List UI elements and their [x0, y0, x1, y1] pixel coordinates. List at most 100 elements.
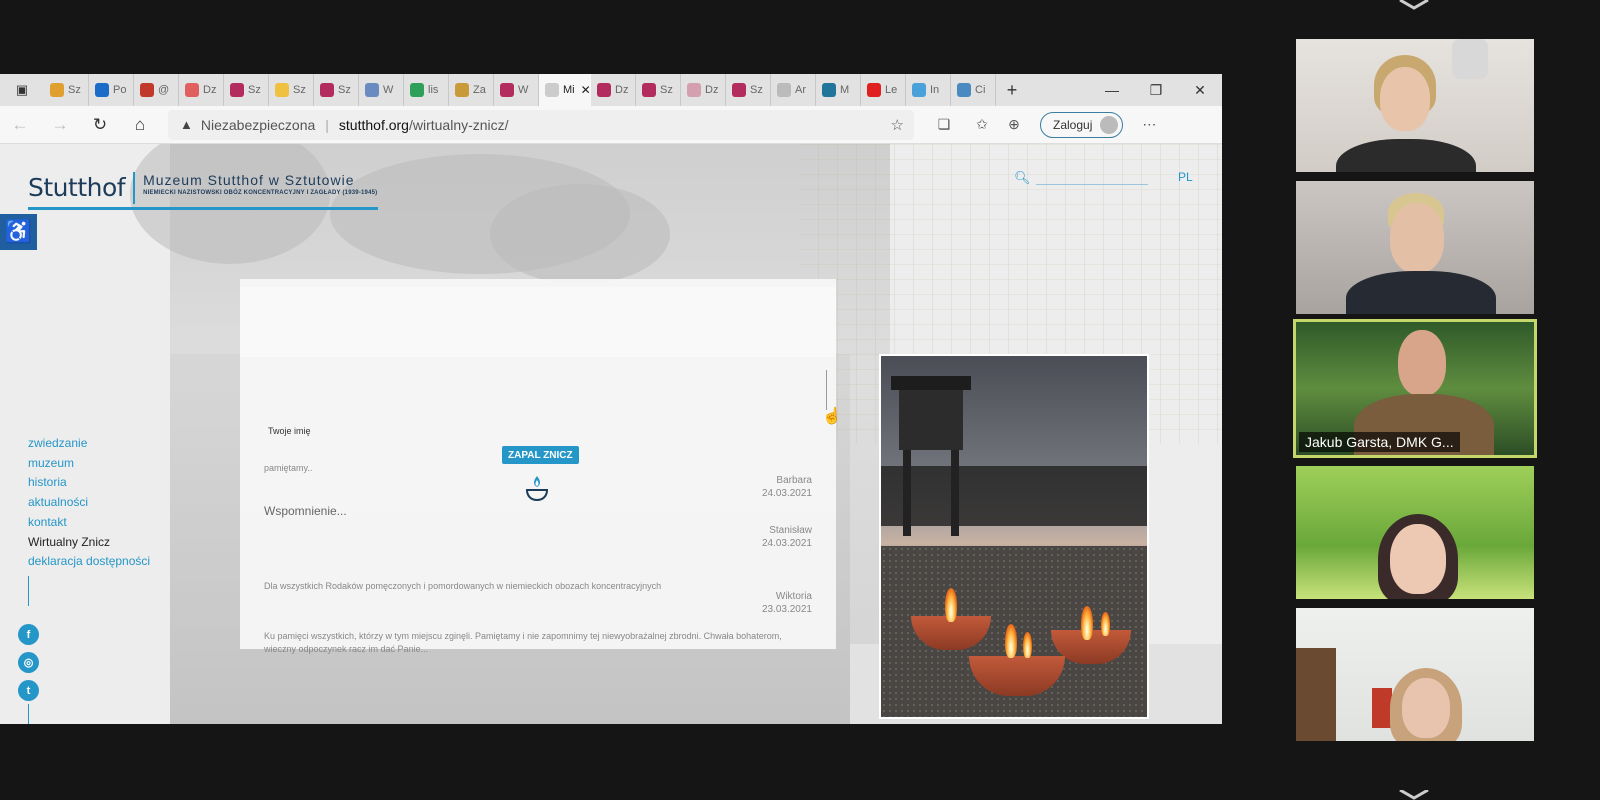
browser-tab[interactable]: @ — [134, 74, 179, 106]
new-tab-icon[interactable]: + — [996, 74, 1028, 106]
main-menu: zwiedzanie muzeum historia aktualności konta… — [28, 434, 150, 572]
minimize-icon[interactable]: — — [1090, 74, 1134, 106]
search-icon[interactable]: 🔍︎ — [1014, 170, 1031, 186]
browser-tab[interactable]: In — [906, 74, 951, 106]
tab-label: Dz — [705, 84, 719, 96]
bookshelf — [1296, 648, 1336, 741]
home-icon[interactable]: ⌂ — [120, 106, 160, 144]
browser-tab[interactable]: lis — [404, 74, 449, 106]
tab-favicon-icon — [140, 83, 154, 97]
tab-favicon-icon — [642, 83, 656, 97]
browser-tab[interactable]: Ci — [951, 74, 996, 106]
tab-label: W — [518, 84, 529, 96]
browser-tab[interactable]: W — [359, 74, 404, 106]
tab-favicon-icon — [732, 83, 746, 97]
browser-tab[interactable]: Dz — [179, 74, 224, 106]
more-icon[interactable]: ⋯ — [1133, 106, 1165, 144]
scroll-indicator[interactable] — [826, 370, 827, 410]
search-input[interactable] — [1036, 184, 1148, 185]
favorites-icon[interactable]: ✩ — [966, 106, 998, 144]
tab-favicon-icon — [777, 83, 791, 97]
collections-add-icon[interactable]: ⊕ — [998, 106, 1030, 144]
memory-text: Dla wszystkich Rodaków pomęczonych i pom… — [264, 581, 662, 591]
reload-icon[interactable]: ↻ — [80, 106, 120, 144]
menu-item[interactable]: zwiedzanie — [28, 434, 150, 454]
restore-icon[interactable]: ❐ — [1134, 74, 1178, 106]
participant-video[interactable] — [1296, 608, 1534, 741]
tab-favicon-icon — [545, 83, 559, 97]
browser-tab[interactable]: Po — [89, 74, 134, 106]
menu-item[interactable]: kontakt — [28, 513, 150, 533]
tab-favicon-icon — [455, 83, 469, 97]
memory-author: Barbara 24.03.2021 — [762, 474, 812, 500]
instagram-icon[interactable]: ◎ — [18, 652, 39, 673]
memories-heading: Wspomnienie... — [264, 504, 347, 518]
browser-tab[interactable]: Dz — [681, 74, 726, 106]
menu-item[interactable]: historia — [28, 473, 150, 493]
profile-icon — [1100, 115, 1119, 134]
browser-tab[interactable]: Sz — [269, 74, 314, 106]
poster — [1372, 688, 1392, 728]
browser-tab[interactable]: Za — [449, 74, 494, 106]
menu-item[interactable]: deklaracja dostępności — [28, 552, 150, 572]
tab-label: Sz — [248, 84, 261, 96]
browser-tab[interactable]: Le — [861, 74, 906, 106]
participant-video[interactable] — [1296, 466, 1534, 599]
login-button[interactable]: Zaloguj — [1040, 111, 1124, 138]
tab-favicon-icon — [912, 83, 926, 97]
scroll-up-icon[interactable] — [1394, 0, 1434, 10]
browser-tab[interactable]: Ar — [771, 74, 816, 106]
browser-tab[interactable]: Sz — [726, 74, 771, 106]
address-bar[interactable]: ▲ Niezabezpieczona | stutthof.org /wirtu… — [168, 109, 914, 140]
participant-video-active[interactable]: Jakub Garsta, DMK G... — [1293, 319, 1537, 458]
tab-favicon-icon — [320, 83, 334, 97]
browser-tab[interactable]: Sz — [314, 74, 359, 106]
tab-label: Ci — [975, 84, 986, 96]
browser-tab-active[interactable]: Mi ✕ — [539, 74, 591, 106]
tab-favicon-icon — [410, 83, 424, 97]
memory-text: Ku pamięci wszystkich, którzy w tym miej… — [264, 631, 782, 654]
browser-tab[interactable]: Sz — [44, 74, 89, 106]
browser-tab[interactable]: M — [816, 74, 861, 106]
menu-item[interactable]: Wirtualny Znicz — [28, 533, 150, 553]
tab-favicon-icon — [957, 83, 971, 97]
favorite-add-icon[interactable]: ☆ — [891, 116, 904, 134]
scroll-down-icon[interactable] — [1394, 790, 1434, 800]
tab-label: In — [930, 84, 940, 96]
memory-author-name: Barbara — [776, 475, 812, 486]
memory-text: pamiętamy.. — [264, 463, 313, 473]
twitter-icon[interactable]: t — [18, 680, 39, 701]
collections-icon[interactable]: ❏ — [928, 106, 960, 144]
menu-divider — [28, 576, 29, 606]
menu-item[interactable]: aktualności — [28, 493, 150, 513]
menu-item[interactable]: muzeum — [28, 454, 150, 474]
memory-author-name: Stanisław — [769, 525, 812, 536]
logo-divider — [133, 172, 136, 204]
browser-tab[interactable]: Sz — [636, 74, 681, 106]
memory-date: 24.03.2021 — [761, 538, 812, 549]
close-window-icon[interactable]: ✕ — [1178, 74, 1222, 106]
tab-favicon-icon — [867, 83, 881, 97]
browser-tab[interactable]: Sz — [224, 74, 269, 106]
tab-actions-icon[interactable]: ▣ — [0, 74, 44, 106]
candle-icon — [525, 476, 549, 502]
tab-label: Dz — [203, 84, 217, 96]
tab-label: Mi — [563, 84, 575, 96]
site-logo[interactable]: Stutthof Muzeum Stutthof w Sztutowie NIE… — [28, 172, 377, 204]
close-tab-icon[interactable]: ✕ — [581, 83, 591, 97]
name-label: Twoje imię — [268, 426, 311, 436]
tab-favicon-icon — [687, 83, 701, 97]
back-icon[interactable]: ← — [0, 106, 40, 144]
language-switch[interactable]: PL — [1178, 170, 1193, 184]
url-host: stutthof.org — [338, 116, 409, 133]
browser-tab[interactable]: W — [494, 74, 539, 106]
forward-icon[interactable]: → — [40, 106, 80, 144]
facebook-icon[interactable]: f — [18, 624, 39, 645]
browser-tab[interactable]: Dz — [591, 74, 636, 106]
accessibility-icon[interactable]: ♿ — [0, 214, 37, 250]
logo-underline — [28, 207, 378, 210]
participant-video[interactable] — [1296, 39, 1534, 172]
participant-video[interactable] — [1296, 181, 1534, 314]
memory-author: Stanisław 24.03.2021 — [762, 524, 812, 550]
logo-word: Stutthof — [28, 173, 126, 202]
